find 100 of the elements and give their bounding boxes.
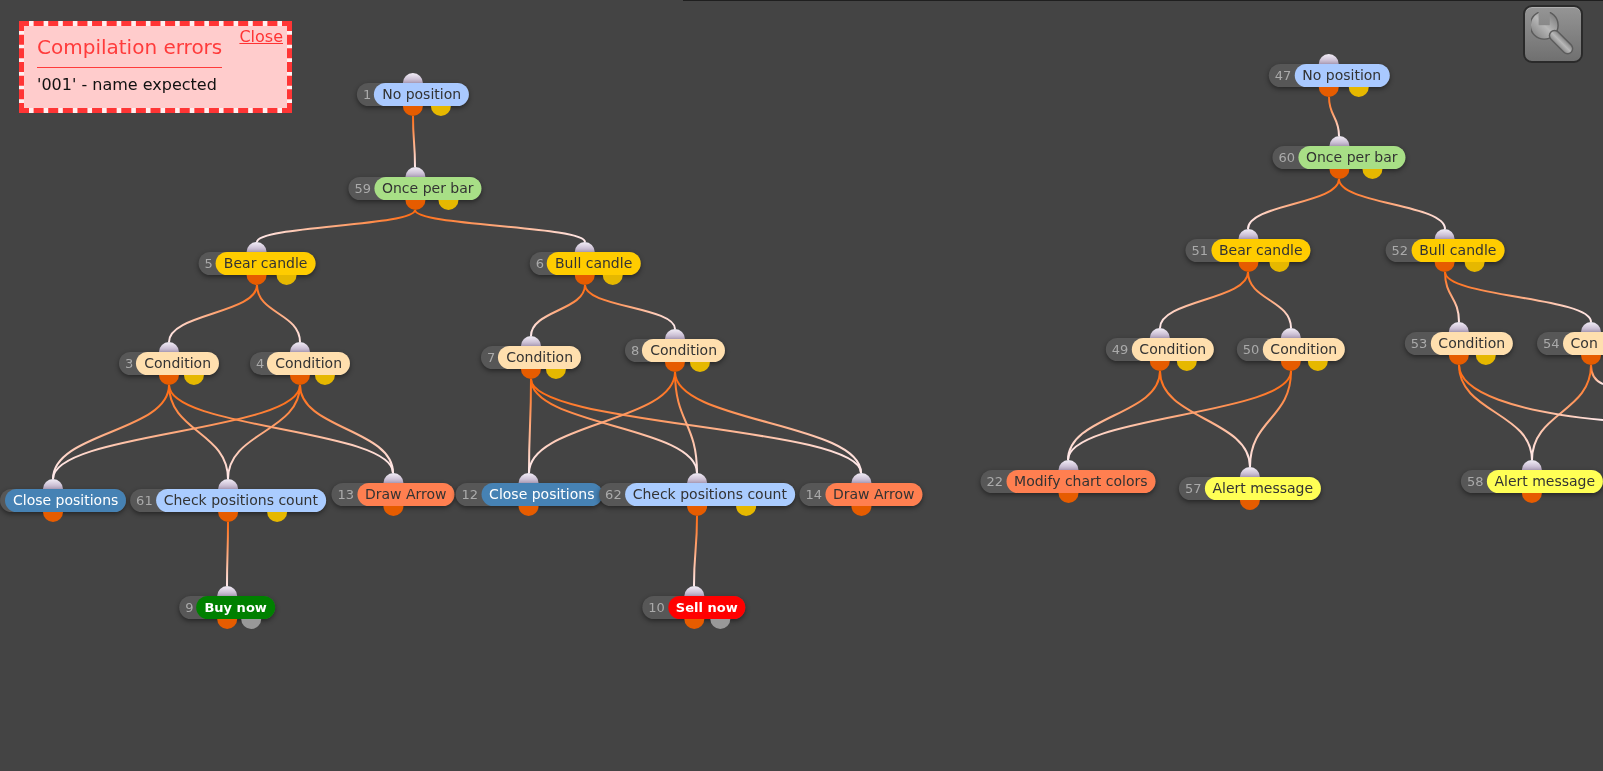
output-port-icon[interactable]: [276, 275, 297, 285]
input-port-icon[interactable]: [687, 473, 707, 483]
graph-node[interactable]: 1 No position: [356, 83, 470, 106]
graph-node[interactable]: 57 Alert message: [1178, 477, 1322, 500]
output-port-icon[interactable]: [851, 506, 871, 516]
output-port-icon[interactable]: [1581, 355, 1601, 365]
input-port-icon[interactable]: [1238, 229, 1258, 239]
input-port-icon[interactable]: [521, 336, 541, 346]
input-port-icon[interactable]: [1329, 136, 1349, 146]
output-port-icon[interactable]: [290, 375, 310, 385]
graph-node[interactable]: 10 Sell now: [642, 596, 746, 619]
output-port-icon[interactable]: [266, 512, 287, 522]
output-port-icon[interactable]: [709, 619, 730, 629]
graph-node[interactable]: 51 Bear candle: [1185, 239, 1311, 262]
graph-node[interactable]: 49 Condition: [1105, 338, 1215, 361]
graph-node[interactable]: 14 Draw Arrow: [799, 483, 923, 506]
graph-node[interactable]: 58 Alert message: [1460, 470, 1603, 493]
input-port-icon[interactable]: [217, 586, 237, 596]
output-port-icon[interactable]: [1476, 355, 1497, 365]
output-port-icon[interactable]: [1435, 262, 1455, 272]
output-port-icon[interactable]: [1269, 262, 1290, 272]
output-port-icon[interactable]: [690, 362, 710, 372]
output-port-icon[interactable]: [1449, 355, 1469, 365]
graph-node[interactable]: 7 Condition: [480, 346, 582, 369]
graph-node[interactable]: 50 Condition: [1236, 338, 1346, 361]
output-port-icon[interactable]: [1349, 87, 1370, 97]
graph-node[interactable]: 52 Bull candle: [1385, 239, 1505, 262]
graph-node[interactable]: 61 Check positions count: [130, 489, 326, 512]
graph-node[interactable]: 53 Condition: [1404, 332, 1514, 355]
output-port-icon[interactable]: [665, 362, 685, 372]
input-port-icon[interactable]: [1435, 229, 1455, 239]
graph-node[interactable]: 5 Bear candle: [198, 252, 316, 275]
output-port-icon[interactable]: [519, 506, 539, 516]
graph-node[interactable]: 22 Modify chart colors: [980, 470, 1156, 493]
output-port-icon[interactable]: [1319, 87, 1339, 97]
output-port-icon[interactable]: [1362, 169, 1383, 179]
tools-button[interactable]: [1523, 5, 1583, 63]
output-port-icon[interactable]: [521, 369, 541, 379]
graph-node[interactable]: 62 Check positions count: [599, 483, 795, 506]
output-port-icon[interactable]: [1150, 361, 1170, 371]
input-port-icon[interactable]: [575, 242, 595, 252]
input-port-icon[interactable]: [851, 473, 871, 483]
input-port-icon[interactable]: [383, 473, 403, 483]
output-port-icon[interactable]: [1240, 500, 1260, 510]
graph-node[interactable]: 9 Buy now: [179, 596, 275, 619]
input-port-icon[interactable]: [405, 167, 425, 177]
input-port-icon[interactable]: [218, 479, 238, 489]
output-port-icon[interactable]: [184, 375, 204, 385]
output-port-icon[interactable]: [247, 275, 267, 285]
output-port-icon[interactable]: [405, 200, 425, 210]
output-port-icon[interactable]: [1464, 262, 1485, 272]
graph-node[interactable]: 12 Close positions: [455, 483, 603, 506]
output-port-icon[interactable]: [687, 506, 707, 516]
output-port-icon[interactable]: [403, 106, 423, 116]
input-port-icon[interactable]: [403, 73, 423, 83]
graph-node[interactable]: 13 Draw Arrow: [331, 483, 455, 506]
graph-node[interactable]: 54 Con: [1537, 332, 1603, 355]
output-port-icon[interactable]: [546, 369, 566, 379]
output-port-icon[interactable]: [43, 512, 63, 522]
input-port-icon[interactable]: [1449, 322, 1469, 332]
graph-node[interactable]: 60 Once per bar: [1272, 146, 1406, 169]
output-port-icon[interactable]: [218, 512, 238, 522]
input-port-icon[interactable]: [1522, 460, 1542, 470]
graph-node[interactable]: 47 No position: [1268, 64, 1390, 87]
input-port-icon[interactable]: [1240, 467, 1260, 477]
input-port-icon[interactable]: [247, 242, 267, 252]
output-port-icon[interactable]: [438, 200, 459, 210]
output-port-icon[interactable]: [431, 106, 452, 116]
output-port-icon[interactable]: [159, 375, 179, 385]
output-port-icon[interactable]: [1308, 361, 1329, 371]
input-port-icon[interactable]: [1281, 328, 1301, 338]
input-port-icon[interactable]: [1581, 322, 1601, 332]
input-port-icon[interactable]: [665, 329, 685, 339]
input-port-icon[interactable]: [43, 479, 63, 489]
output-port-icon[interactable]: [602, 275, 623, 285]
output-port-icon[interactable]: [1329, 169, 1349, 179]
output-port-icon[interactable]: [1281, 361, 1301, 371]
output-port-icon[interactable]: [735, 506, 756, 516]
output-port-icon[interactable]: [240, 619, 261, 629]
graph-node[interactable]: 59 Once per bar: [348, 177, 482, 200]
output-port-icon[interactable]: [315, 375, 335, 385]
graph-node[interactable]: 6 Bull candle: [529, 252, 641, 275]
input-port-icon[interactable]: [1150, 328, 1170, 338]
input-port-icon[interactable]: [159, 342, 179, 352]
output-port-icon[interactable]: [1522, 493, 1542, 503]
output-port-icon[interactable]: [1238, 262, 1258, 272]
input-port-icon[interactable]: [290, 342, 310, 352]
graph-node[interactable]: 4 Condition: [249, 352, 351, 375]
input-port-icon[interactable]: [1319, 54, 1339, 64]
input-port-icon[interactable]: [684, 586, 704, 596]
input-port-icon[interactable]: [1058, 460, 1078, 470]
output-port-icon[interactable]: [1058, 493, 1078, 503]
output-port-icon[interactable]: [217, 619, 237, 629]
output-port-icon[interactable]: [684, 619, 704, 629]
output-port-icon[interactable]: [383, 506, 403, 516]
input-port-icon[interactable]: [519, 473, 539, 483]
graph-node[interactable]: 3 Condition: [118, 352, 220, 375]
graph-node[interactable]: 8 Condition: [624, 339, 726, 362]
output-port-icon[interactable]: [575, 275, 595, 285]
output-port-icon[interactable]: [1177, 361, 1198, 371]
